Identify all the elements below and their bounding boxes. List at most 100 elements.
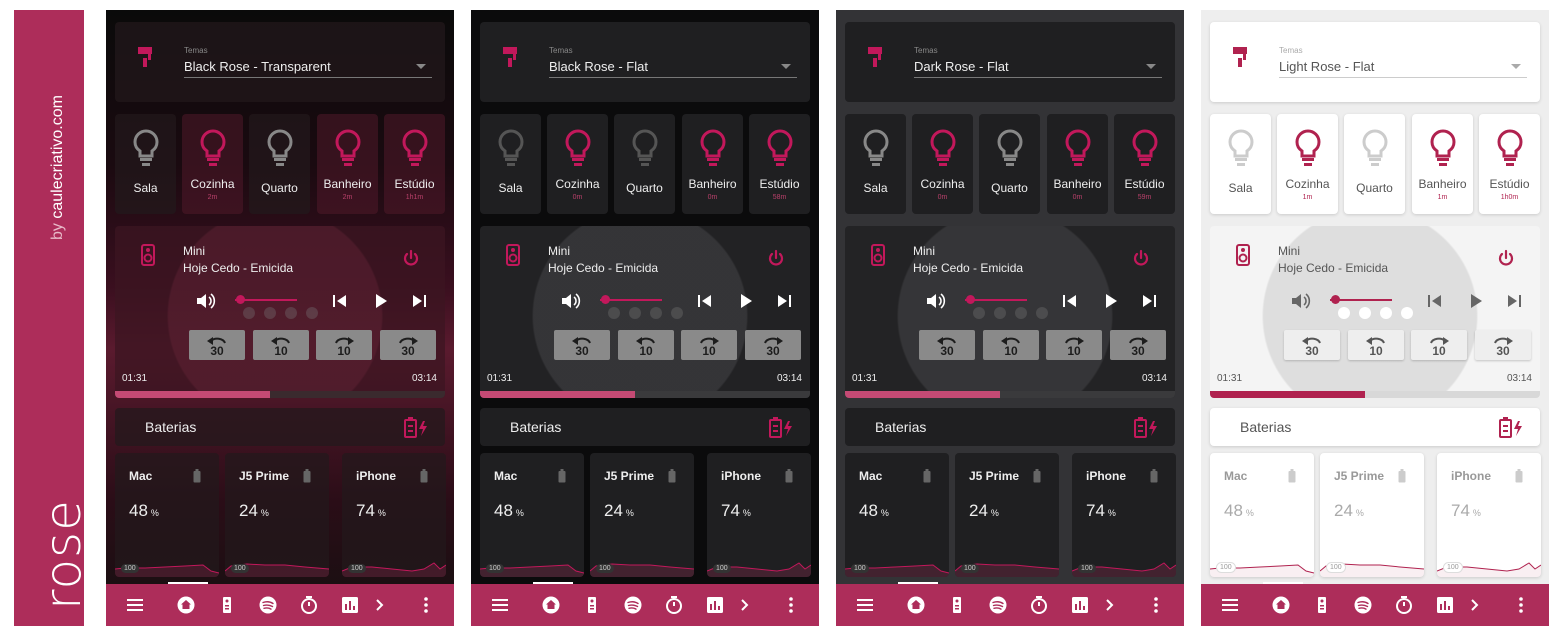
next-icon[interactable] <box>408 292 430 310</box>
remote-icon[interactable] <box>583 596 601 614</box>
next-icon[interactable] <box>773 292 795 310</box>
progress-bar[interactable] <box>845 391 1175 398</box>
timer-icon[interactable] <box>1395 596 1413 614</box>
remote-icon[interactable] <box>1313 596 1331 614</box>
more-icon[interactable] <box>782 596 800 614</box>
light-tile-cozinha[interactable]: Cozinha 2m <box>182 114 243 214</box>
light-tile-sala[interactable]: Sala <box>480 114 541 214</box>
more-icon[interactable] <box>1147 596 1165 614</box>
next-icon[interactable] <box>1138 292 1160 310</box>
home-icon[interactable] <box>907 596 925 614</box>
previous-icon[interactable] <box>1424 292 1446 310</box>
progress-bar[interactable] <box>1210 391 1540 398</box>
rewind-10-button[interactable]: 10 <box>1348 330 1404 360</box>
remote-icon[interactable] <box>218 596 236 614</box>
light-tile-banheiro[interactable]: Banheiro 2m <box>317 114 378 214</box>
timer-icon[interactable] <box>1030 596 1048 614</box>
rewind-30-button[interactable]: 30 <box>189 330 245 360</box>
rewind-30-button[interactable]: 30 <box>919 330 975 360</box>
light-tile-estúdio[interactable]: Estúdio 1h0m <box>1479 114 1540 214</box>
forward-10-button[interactable]: 10 <box>681 330 737 360</box>
menu-icon[interactable] <box>491 596 509 614</box>
home-icon[interactable] <box>177 596 195 614</box>
remote-icon[interactable] <box>948 596 966 614</box>
menu-icon[interactable] <box>856 596 874 614</box>
dropdown-caret-icon[interactable] <box>1511 64 1521 69</box>
light-tile-estúdio[interactable]: Estúdio 58m <box>749 114 810 214</box>
light-tile-quarto[interactable]: Quarto <box>614 114 675 214</box>
volume-handle[interactable] <box>1330 295 1340 304</box>
volume-icon[interactable] <box>195 292 217 310</box>
rewind-10-button[interactable]: 10 <box>253 330 309 360</box>
light-tile-estúdio[interactable]: Estúdio 59m <box>1114 114 1175 214</box>
power-icon[interactable] <box>402 249 420 267</box>
light-tile-banheiro[interactable]: Banheiro 0m <box>682 114 743 214</box>
spotify-icon[interactable] <box>989 596 1007 614</box>
theme-selector[interactable]: Temas Light Rose - Flat <box>1210 22 1540 102</box>
volume-handle[interactable] <box>965 295 975 304</box>
theme-selector[interactable]: Temas Black Rose - Transparent <box>115 22 445 102</box>
light-tile-sala[interactable]: Sala <box>845 114 906 214</box>
light-tile-sala[interactable]: Sala <box>1210 114 1271 214</box>
light-tile-quarto[interactable]: Quarto <box>249 114 310 214</box>
dropdown-caret-icon[interactable] <box>1146 64 1156 69</box>
chevron-right-icon[interactable] <box>736 596 754 614</box>
volume-handle[interactable] <box>235 295 245 304</box>
timer-icon[interactable] <box>665 596 683 614</box>
dropdown-caret-icon[interactable] <box>781 64 791 69</box>
forward-30-button[interactable]: 30 <box>1475 330 1531 360</box>
previous-icon[interactable] <box>329 292 351 310</box>
light-tile-banheiro[interactable]: Banheiro 1m <box>1412 114 1473 214</box>
volume-icon[interactable] <box>560 292 582 310</box>
more-icon[interactable] <box>417 596 435 614</box>
timer-icon[interactable] <box>300 596 318 614</box>
light-tile-quarto[interactable]: Quarto <box>1344 114 1405 214</box>
volume-icon[interactable] <box>1290 292 1312 310</box>
spotify-icon[interactable] <box>259 596 277 614</box>
spotify-icon[interactable] <box>624 596 642 614</box>
volume-icon[interactable] <box>925 292 947 310</box>
chart-icon[interactable] <box>1071 596 1089 614</box>
theme-selector[interactable]: Temas Black Rose - Flat <box>480 22 810 102</box>
theme-selector[interactable]: Temas Dark Rose - Flat <box>845 22 1175 102</box>
light-tile-estúdio[interactable]: Estúdio 1h1m <box>384 114 445 214</box>
progress-bar[interactable] <box>115 391 445 398</box>
play-icon[interactable] <box>1099 292 1121 310</box>
menu-icon[interactable] <box>126 596 144 614</box>
chevron-right-icon[interactable] <box>1101 596 1119 614</box>
light-tile-sala[interactable]: Sala <box>115 114 176 214</box>
rewind-10-button[interactable]: 10 <box>618 330 674 360</box>
more-icon[interactable] <box>1512 596 1530 614</box>
play-icon[interactable] <box>369 292 391 310</box>
spotify-icon[interactable] <box>1354 596 1372 614</box>
previous-icon[interactable] <box>1059 292 1081 310</box>
play-icon[interactable] <box>734 292 756 310</box>
rewind-30-button[interactable]: 30 <box>1284 330 1340 360</box>
chart-icon[interactable] <box>1436 596 1454 614</box>
forward-10-button[interactable]: 10 <box>1046 330 1102 360</box>
rewind-30-button[interactable]: 30 <box>554 330 610 360</box>
forward-30-button[interactable]: 30 <box>380 330 436 360</box>
chart-icon[interactable] <box>706 596 724 614</box>
power-icon[interactable] <box>767 249 785 267</box>
progress-bar[interactable] <box>480 391 810 398</box>
light-tile-cozinha[interactable]: Cozinha 0m <box>547 114 608 214</box>
light-tile-banheiro[interactable]: Banheiro 0m <box>1047 114 1108 214</box>
rewind-10-button[interactable]: 10 <box>983 330 1039 360</box>
home-icon[interactable] <box>1272 596 1290 614</box>
forward-30-button[interactable]: 30 <box>1110 330 1166 360</box>
forward-30-button[interactable]: 30 <box>745 330 801 360</box>
chevron-right-icon[interactable] <box>371 596 389 614</box>
chevron-right-icon[interactable] <box>1466 596 1484 614</box>
light-tile-cozinha[interactable]: Cozinha 1m <box>1277 114 1338 214</box>
previous-icon[interactable] <box>694 292 716 310</box>
play-icon[interactable] <box>1464 292 1486 310</box>
power-icon[interactable] <box>1132 249 1150 267</box>
light-tile-quarto[interactable]: Quarto <box>979 114 1040 214</box>
home-icon[interactable] <box>542 596 560 614</box>
forward-10-button[interactable]: 10 <box>316 330 372 360</box>
next-icon[interactable] <box>1503 292 1525 310</box>
menu-icon[interactable] <box>1221 596 1239 614</box>
dropdown-caret-icon[interactable] <box>416 64 426 69</box>
chart-icon[interactable] <box>341 596 359 614</box>
